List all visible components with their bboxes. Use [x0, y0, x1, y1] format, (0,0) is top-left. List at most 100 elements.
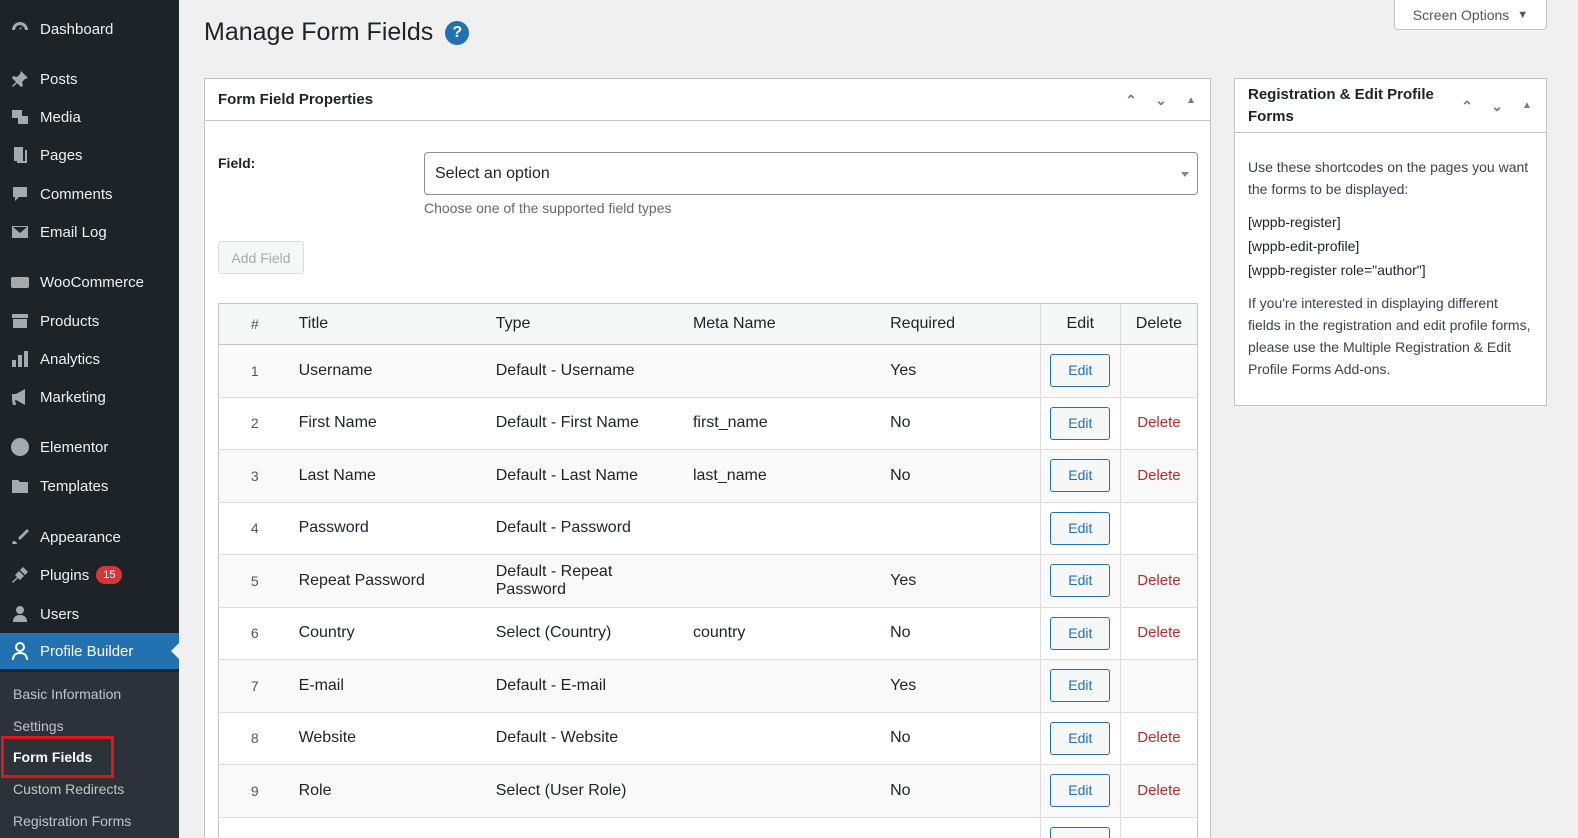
cell-delete: Delete — [1119, 554, 1198, 607]
shortcode-register-author: [wppb-register role="author"] — [1248, 262, 1426, 278]
sidebar-item-pages[interactable]: Pages — [0, 137, 179, 173]
active-indicator — [171, 643, 179, 659]
column-header-meta-name: Meta Name — [684, 303, 883, 345]
table-row: 6 Country Select (Country) country No Edit Del… — [218, 606, 1198, 660]
cell-meta-name — [684, 764, 883, 817]
edit-button[interactable]: Edit — [1050, 669, 1111, 703]
sidebar-item-label: Users — [40, 605, 80, 623]
add-field-button[interactable]: Add Field — [218, 241, 304, 274]
sidebar-item-media[interactable]: Media — [0, 99, 179, 135]
cell-required — [882, 816, 1041, 838]
shortcodes-intro: Use these shortcodes on the pages you wa… — [1248, 159, 1529, 197]
sidebar-item-posts[interactable]: Posts — [0, 61, 179, 97]
sidebar-item-dashboard[interactable]: Dashboard — [0, 11, 179, 47]
edit-button[interactable]: Edit — [1050, 827, 1111, 838]
collapse-toggle-icon[interactable]: ▲ — [1180, 95, 1202, 106]
sidebar-item-label: WooCommerce — [40, 273, 144, 291]
edit-button[interactable]: Edit — [1050, 774, 1111, 808]
sidebar-item-woocommerce[interactable]: WooCommerce — [0, 264, 179, 300]
delete-link[interactable]: Delete — [1137, 729, 1180, 746]
dashboard-icon — [9, 18, 31, 40]
submenu-custom-redirects[interactable]: Custom Redirects — [13, 781, 124, 797]
cell-number: 3 — [218, 449, 291, 502]
form-field-properties-box: Form Field Properties ⌃ ⌄ ▲ Field: Selec… — [204, 78, 1211, 838]
sidebar-item-plugins[interactable]: Plugins 15 — [0, 557, 179, 593]
cell-type: Select (User Role) — [487, 764, 685, 817]
cell-number: 5 — [218, 554, 291, 607]
edit-button[interactable]: Edit — [1050, 511, 1111, 545]
delete-link[interactable]: Delete — [1137, 782, 1180, 799]
postbox-title: Registration & Edit Profile Forms — [1248, 85, 1434, 125]
sidebar-item-label: Comments — [40, 185, 113, 203]
profile-icon — [9, 640, 31, 662]
cell-required: No — [882, 606, 1041, 660]
table-row: Edit — [218, 816, 1198, 838]
cell-required: No — [882, 449, 1041, 502]
sidebar-item-comments[interactable]: Comments — [0, 176, 179, 212]
screen-options-button[interactable]: Screen Options ▼ — [1394, 0, 1547, 30]
sidebar-item-email-log[interactable]: Email Log — [0, 214, 179, 250]
edit-button[interactable]: Edit — [1050, 354, 1111, 388]
move-up-icon[interactable]: ⌃ — [1120, 92, 1142, 109]
cell-meta-name: country — [684, 606, 883, 660]
cell-number: 7 — [218, 659, 291, 712]
select-value: Select an option — [435, 164, 550, 182]
table-row: 5 Repeat Password Default - Repeat Passwor… — [218, 554, 1198, 607]
sidebar-item-label: Plugins — [40, 566, 90, 584]
submenu-basic-information[interactable]: Basic Information — [13, 686, 121, 702]
move-down-icon[interactable]: ⌄ — [1486, 95, 1508, 117]
edit-button[interactable]: Edit — [1050, 564, 1111, 598]
delete-link[interactable]: Delete — [1137, 467, 1180, 484]
sidebar-item-label: Products — [40, 312, 100, 330]
table-header-row: # Title Type Meta Name Required Edit Del… — [218, 303, 1198, 345]
sidebar-item-templates[interactable]: Templates — [0, 468, 179, 504]
sidebar-item-users[interactable]: Users — [0, 596, 179, 632]
sidebar-item-products[interactable]: Products — [0, 303, 179, 339]
cell-delete: Delete — [1119, 449, 1198, 502]
sidebar-item-marketing[interactable]: Marketing — [0, 379, 179, 415]
sidebar-item-label: Analytics — [40, 350, 101, 368]
cell-required — [882, 501, 1041, 555]
move-up-icon[interactable]: ⌃ — [1456, 95, 1478, 117]
user-icon — [9, 603, 31, 625]
edit-button[interactable]: Edit — [1050, 459, 1111, 493]
column-header-edit: Edit — [1039, 303, 1121, 345]
pages-icon — [9, 144, 31, 166]
move-down-icon[interactable]: ⌄ — [1150, 92, 1172, 109]
cell-edit: Edit — [1039, 344, 1121, 397]
cell-number: 2 — [218, 396, 291, 450]
delete-link[interactable]: Delete — [1137, 572, 1180, 589]
column-header-delete: Delete — [1119, 303, 1198, 345]
edit-button[interactable]: Edit — [1050, 406, 1111, 440]
field-type-select[interactable]: Select an option — [424, 152, 1198, 195]
sidebar-item-profile-builder[interactable]: Profile Builder — [0, 633, 179, 669]
cell-delete: Delete — [1119, 764, 1198, 817]
cell-edit: Edit — [1039, 554, 1121, 607]
edit-button[interactable]: Edit — [1050, 616, 1111, 650]
cell-number: 8 — [218, 711, 291, 765]
delete-link[interactable]: Delete — [1137, 414, 1180, 431]
field-label: Field: — [218, 155, 256, 171]
collapse-toggle-icon[interactable]: ▲ — [1516, 95, 1538, 117]
sidebar-item-label: Email Log — [40, 223, 107, 241]
sidebar-item-elementor[interactable]: Elementor — [0, 429, 179, 465]
cell-edit: Edit — [1039, 659, 1121, 712]
help-icon[interactable]: ? — [445, 20, 470, 45]
shortcodes-box: Registration & Edit Profile Forms ⌃ ⌄ ▲ … — [1234, 78, 1547, 406]
page-title-text: Manage Form Fields — [204, 18, 434, 46]
cell-title: Password — [290, 501, 488, 555]
sidebar-item-appearance[interactable]: Appearance — [0, 519, 179, 555]
cell-meta-name: first_name — [684, 396, 883, 450]
cell-number: 4 — [218, 501, 291, 555]
edit-button[interactable]: Edit — [1050, 721, 1111, 755]
delete-link[interactable]: Delete — [1137, 624, 1180, 641]
column-header-number: # — [218, 303, 291, 345]
submenu-settings[interactable]: Settings — [13, 718, 64, 734]
sidebar-item-analytics[interactable]: Analytics — [0, 341, 179, 377]
cell-meta-name — [684, 816, 883, 838]
cell-meta-name — [684, 344, 883, 397]
submenu-registration-forms[interactable]: Registration Forms — [13, 813, 131, 829]
cell-title: Repeat Password — [290, 554, 488, 607]
cell-edit: Edit — [1039, 396, 1121, 450]
envelope-icon — [9, 221, 31, 243]
